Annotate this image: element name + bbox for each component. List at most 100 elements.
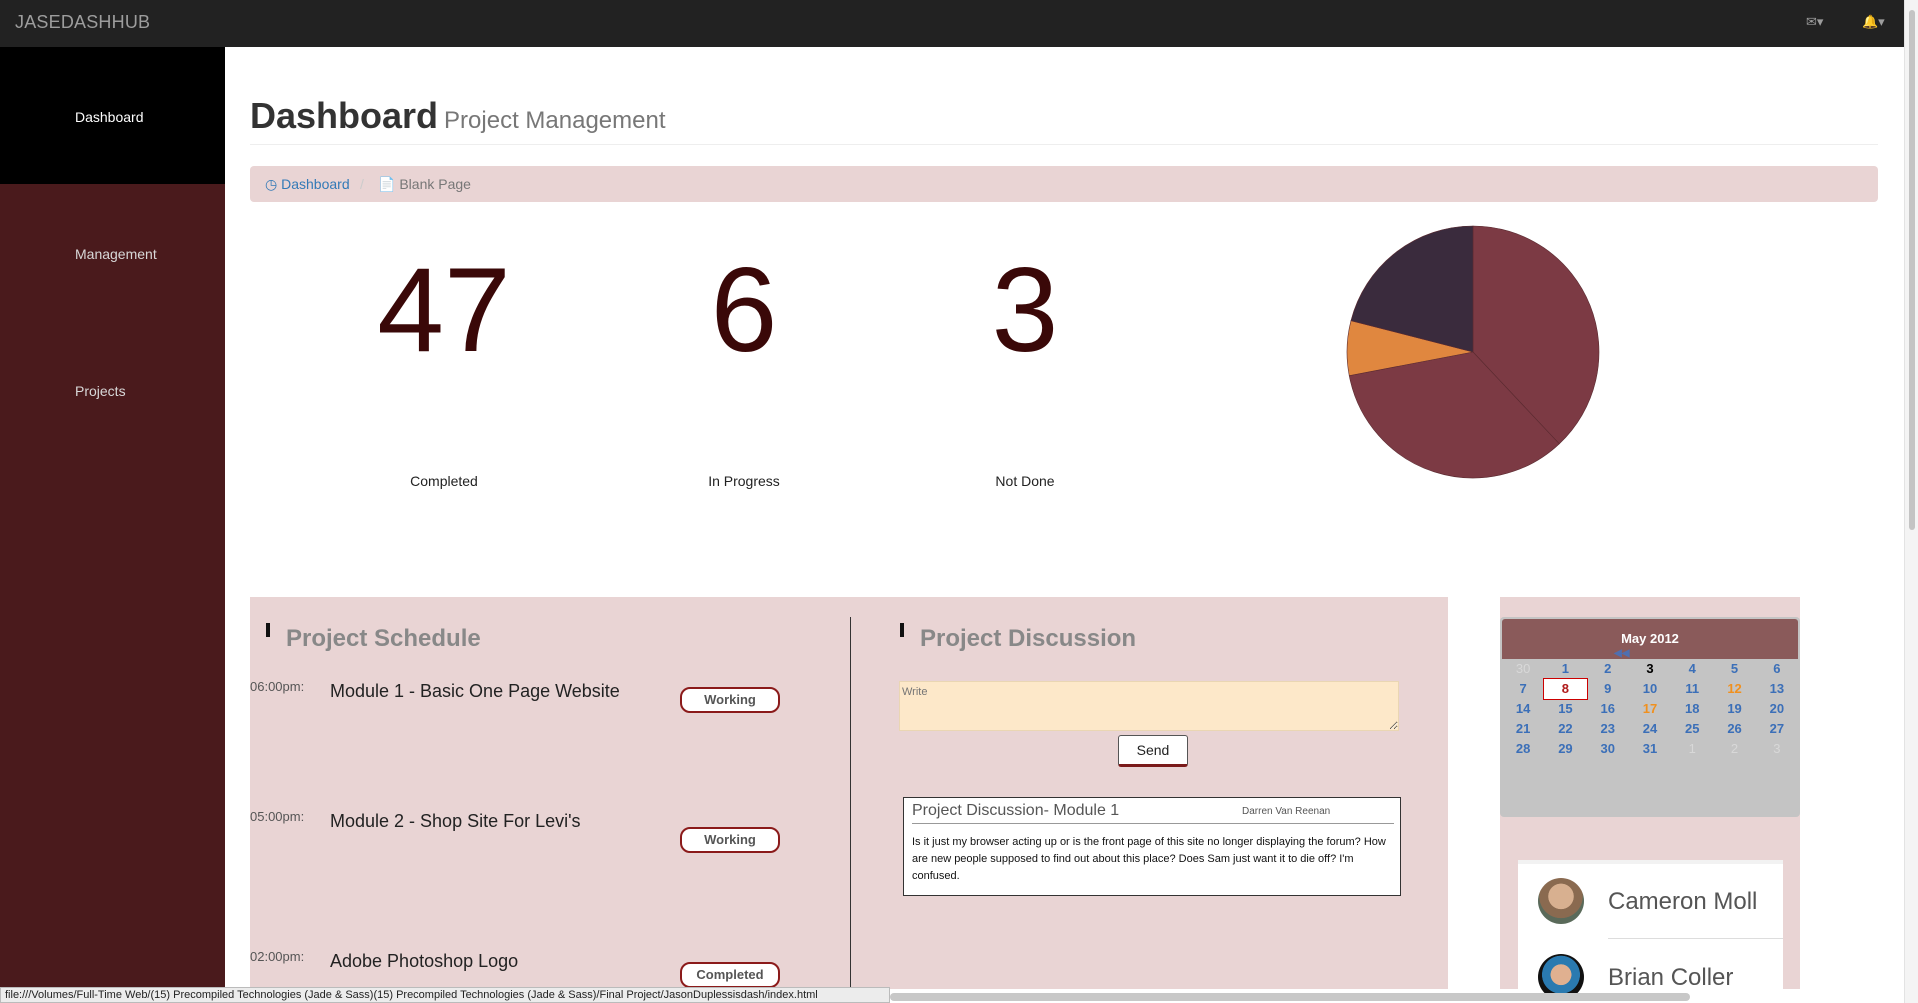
avatar: [1538, 878, 1584, 924]
person-name[interactable]: Cameron Moll: [1608, 888, 1757, 916]
calendar-day[interactable]: 31: [1629, 739, 1671, 759]
sidebar-item-projects[interactable]: Projects: [0, 321, 225, 458]
calendar-day[interactable]: 3: [1756, 739, 1798, 759]
stat-label: Completed: [410, 473, 478, 489]
stat-value: 6: [710, 243, 778, 377]
schedule-time: 05:00pm:: [250, 809, 305, 824]
divider: [1608, 938, 1783, 939]
discussion-card-body: Is it just my browser acting up or is th…: [912, 836, 1386, 882]
calendar-day[interactable]: 2: [1713, 739, 1755, 759]
brand-logo[interactable]: JASEDASHHUB: [15, 12, 150, 33]
schedule-item-title[interactable]: Module 2 - Shop Site For Levi's: [330, 811, 581, 832]
calendar-day[interactable]: 6: [1756, 659, 1798, 679]
calendar-day-selected[interactable]: 8: [1543, 678, 1588, 700]
stat-in-progress: 6 In Progress: [614, 243, 874, 489]
main-panel: Project Schedule 06:00pm: Module 1 - Bas…: [250, 597, 1448, 989]
vertical-scrollbar[interactable]: [1904, 0, 1918, 1003]
calendar-grid: 30 1 2 3 4 5 6 7 8 9 10 11 12 13 14 15 1…: [1502, 659, 1798, 759]
calendar-day-event[interactable]: 12: [1713, 679, 1755, 699]
calendar-day-today[interactable]: 3: [1629, 659, 1671, 679]
stat-not-done: 3 Not Done: [895, 243, 1155, 489]
breadcrumb-separator: /: [360, 176, 364, 192]
calendar-day[interactable]: 14: [1502, 699, 1544, 719]
calendar-header: ◀◀ May 2012: [1502, 619, 1798, 659]
dashboard-icon: ◷: [265, 176, 278, 192]
calendar-week: 28 29 30 31 1 2 3: [1502, 739, 1798, 759]
calendar-day[interactable]: 1: [1671, 739, 1713, 759]
breadcrumb-label: Dashboard: [281, 176, 350, 192]
status-badge[interactable]: Working: [680, 687, 780, 713]
stat-label: In Progress: [708, 473, 780, 489]
schedule-item-title[interactable]: Adobe Photoshop Logo: [330, 951, 518, 972]
calendar-day[interactable]: 11: [1671, 679, 1713, 699]
stat-value: 3: [991, 243, 1059, 377]
calendar-week: 14 15 16 17 18 19 20: [1502, 699, 1798, 719]
sidebar-item-label: Dashboard: [75, 109, 144, 125]
send-button[interactable]: Send: [1118, 735, 1188, 767]
calendar-day[interactable]: 7: [1502, 679, 1544, 699]
calendar-day[interactable]: 30: [1502, 659, 1544, 679]
calendar-day[interactable]: 22: [1544, 719, 1586, 739]
calendar-week: 7 8 9 10 11 12 13: [1502, 678, 1798, 700]
calendar-day[interactable]: 20: [1756, 699, 1798, 719]
calendar-day[interactable]: 9: [1587, 679, 1629, 699]
calendar-day[interactable]: 19: [1713, 699, 1755, 719]
calendar-day[interactable]: 24: [1629, 719, 1671, 739]
calendar-day[interactable]: 29: [1544, 739, 1586, 759]
list-item[interactable]: Cameron Moll: [1518, 864, 1783, 939]
sidebar-item-management[interactable]: Management: [0, 184, 225, 321]
discussion-card-title[interactable]: Project Discussion- Module 1: [912, 802, 1119, 820]
bell-icon[interactable]: 🔔▾: [1862, 14, 1885, 30]
schedule-item-title[interactable]: Module 1 - Basic One Page Website: [330, 681, 620, 702]
page-header: Dashboard Project Management: [250, 95, 1878, 145]
panel-divider: [850, 617, 851, 989]
discussion-card-author[interactable]: Darren Van Reenan: [1242, 806, 1330, 817]
stat-value: 47: [377, 243, 511, 377]
scrollbar-thumb[interactable]: [1909, 10, 1915, 530]
horizontal-scrollbar[interactable]: [890, 993, 1690, 1001]
calendar-day[interactable]: 4: [1671, 659, 1713, 679]
discussion-title: Project Discussion: [899, 623, 1137, 652]
status-badge[interactable]: Working: [680, 827, 780, 853]
calendar-widget: ◀◀ May 2012 30 1 2 3 4 5 6 7 8 9 10 11 1…: [1500, 617, 1800, 817]
schedule-time: 06:00pm:: [250, 679, 305, 694]
stat-completed: 47 Completed: [314, 243, 574, 489]
discussion-input[interactable]: [899, 681, 1399, 731]
schedule-title: Project Schedule: [266, 623, 481, 652]
calendar-day[interactable]: 25: [1671, 719, 1713, 739]
calendar-day[interactable]: 5: [1713, 659, 1755, 679]
top-navbar: JASEDASHHUB ✉▾ 🔔▾: [0, 0, 1904, 47]
calendar-day[interactable]: 18: [1671, 699, 1713, 719]
discussion-card: Project Discussion- Module 1 Darren Van …: [903, 797, 1401, 896]
calendar-day[interactable]: 26: [1713, 719, 1755, 739]
sidebar-item-dashboard[interactable]: Dashboard: [0, 47, 225, 184]
calendar-day[interactable]: 16: [1587, 699, 1629, 719]
status-pie-chart: [1346, 225, 1600, 479]
file-icon: 📄: [378, 176, 396, 192]
calendar-day[interactable]: 10: [1629, 679, 1671, 699]
calendar-day[interactable]: 28: [1502, 739, 1544, 759]
calendar-week: 30 1 2 3 4 5 6: [1502, 659, 1798, 679]
status-badge[interactable]: Completed: [680, 962, 780, 988]
calendar-day-event[interactable]: 17: [1629, 699, 1671, 719]
calendar-day[interactable]: 15: [1544, 699, 1586, 719]
breadcrumb-dashboard-link[interactable]: ◷ Dashboard: [265, 176, 350, 193]
sidebar-item-label: Projects: [75, 383, 126, 399]
browser-status-bar: file:///Volumes/Full-Time Web/(15) Preco…: [0, 987, 890, 1003]
breadcrumb-label: Blank Page: [399, 176, 471, 192]
breadcrumb-current: 📄 Blank Page: [378, 176, 471, 193]
side-panel: ◀◀ May 2012 30 1 2 3 4 5 6 7 8 9 10 11 1…: [1500, 597, 1800, 1000]
envelope-icon[interactable]: ✉▾: [1806, 14, 1823, 30]
calendar-day[interactable]: 21: [1502, 719, 1544, 739]
calendar-day[interactable]: 1: [1544, 659, 1586, 679]
person-name[interactable]: Brian Coller: [1608, 964, 1733, 992]
calendar-month[interactable]: May 2012: [1621, 631, 1679, 646]
calendar-day[interactable]: 23: [1587, 719, 1629, 739]
calendar-day[interactable]: 13: [1756, 679, 1798, 699]
calendar-day[interactable]: 27: [1756, 719, 1798, 739]
calendar-week: 21 22 23 24 25 26 27: [1502, 719, 1798, 739]
calendar-day[interactable]: 2: [1587, 659, 1629, 679]
page-title: Dashboard: [250, 95, 439, 136]
page-subtitle: Project Management: [444, 107, 666, 134]
calendar-day[interactable]: 30: [1587, 739, 1629, 759]
